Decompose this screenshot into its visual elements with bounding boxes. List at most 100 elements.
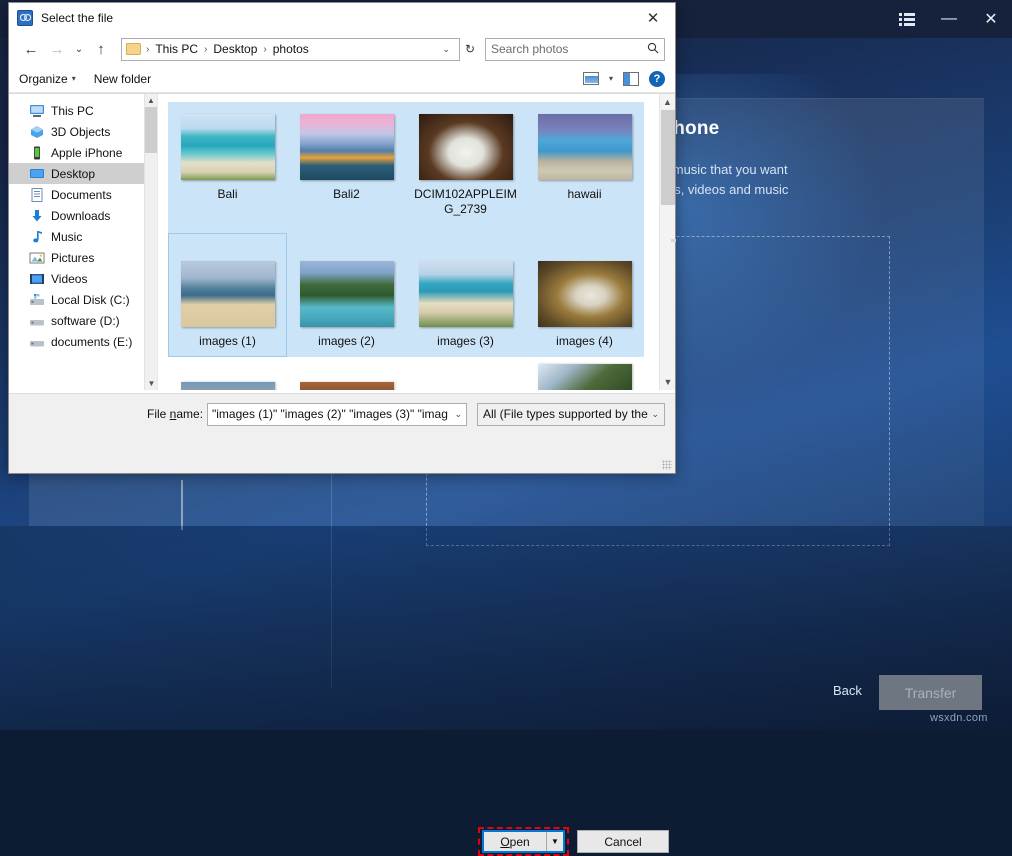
file-label: images (2)	[291, 334, 403, 349]
breadcrumb-this-pc[interactable]: This PC	[154, 42, 199, 56]
chevron-down-icon[interactable]: ▾	[609, 74, 613, 83]
app-close-button[interactable]: ✕	[970, 0, 1012, 38]
filetype-value: All (File types supported by the	[483, 407, 648, 421]
sidebar-item-desktop[interactable]: Desktop	[9, 163, 157, 184]
file-thumbnail	[538, 261, 632, 327]
recent-locations-icon[interactable]: ⌄	[71, 37, 87, 61]
file-grid: Bali Bali2 DCIM102APPLEIMG_2739	[168, 102, 646, 357]
sidebar-item-label: Music	[51, 230, 82, 244]
chevron-down-icon[interactable]: ⌄	[437, 44, 455, 55]
app-icon	[17, 10, 33, 26]
filename-label-rest: ame:	[176, 407, 203, 421]
file-thumbnail	[538, 364, 632, 390]
organize-label: Organize	[19, 72, 68, 86]
file-list-scroll-thumb[interactable]	[661, 110, 675, 205]
sidebar-item-label: 3D Objects	[51, 125, 110, 139]
sidebar-item-software-d[interactable]: software (D:)	[9, 310, 157, 331]
chevron-down-icon: ▾	[72, 74, 76, 83]
address-bar[interactable]: › This PC › Desktop › photos ⌄	[121, 38, 460, 61]
list-menu-icon[interactable]	[886, 0, 928, 38]
scroll-up-icon[interactable]: ▲	[145, 94, 157, 107]
view-layout-icon[interactable]	[583, 72, 599, 85]
thumbnail-wrap	[537, 239, 633, 327]
breadcrumb-photos[interactable]: photos	[272, 42, 310, 56]
file-item[interactable]: hawaii	[525, 102, 644, 233]
up-level-icon[interactable]: ↑	[89, 37, 113, 61]
thumbnail-wrap	[537, 108, 633, 180]
sidebar-item-videos[interactable]: Videos	[9, 268, 157, 289]
dialog-title: Select the file	[41, 11, 113, 25]
sidebar-item-music[interactable]: Music	[9, 226, 157, 247]
search-icon	[647, 42, 659, 57]
scroll-down-icon[interactable]: ▼	[660, 374, 675, 390]
tree-scroll-thumb[interactable]	[145, 107, 157, 153]
file-item-partial[interactable]	[525, 364, 644, 390]
folder-icon	[126, 43, 141, 55]
sidebar-item-label: Documents	[51, 188, 112, 202]
sidebar-item-pictures[interactable]: Pictures	[9, 247, 157, 268]
open-button-label: Open	[484, 835, 546, 849]
tree-scrollbar[interactable]: ▲ ▼	[144, 94, 157, 390]
dialog-bottom-bar: File name: "images (1)" "images (2)" "im…	[9, 393, 675, 473]
file-label: hawaii	[529, 187, 641, 202]
file-item-partial[interactable]	[287, 364, 406, 390]
dialog-close-button[interactable]: ✕	[631, 3, 675, 33]
back-button[interactable]: Back	[833, 683, 862, 698]
file-item-partial[interactable]	[168, 364, 287, 390]
transfer-button[interactable]: Transfer	[879, 675, 982, 710]
apple-iphone-icon	[29, 146, 45, 160]
file-item[interactable]: DCIM102APPLEIMG_2739	[406, 102, 525, 233]
back-nav-icon[interactable]: ←	[19, 37, 43, 61]
breadcrumb-separator-2: ›	[261, 44, 268, 55]
sidebar-item-documents-e[interactable]: documents (E:)	[9, 331, 157, 352]
new-folder-button[interactable]: New folder	[94, 72, 151, 86]
filetype-select[interactable]: All (File types supported by the ⌄	[477, 403, 665, 426]
sidebar-item-3d-objects[interactable]: 3D Objects	[9, 121, 157, 142]
sidebar-item-label: Pictures	[51, 251, 94, 265]
3d-objects-icon	[29, 125, 45, 139]
open-label-rest: pen	[510, 835, 530, 849]
thumbnail-wrap	[418, 108, 514, 180]
file-list[interactable]: Bali Bali2 DCIM102APPLEIMG_2739	[157, 94, 675, 390]
scroll-down-icon[interactable]: ▼	[145, 377, 157, 390]
file-item[interactable]: images (2)	[287, 233, 406, 357]
sidebar-item-label: Desktop	[51, 167, 95, 181]
search-box[interactable]: Search photos	[485, 38, 665, 61]
help-icon[interactable]: ?	[649, 71, 665, 87]
file-item[interactable]: images (4)	[525, 233, 644, 357]
breadcrumb-desktop[interactable]: Desktop	[212, 42, 258, 56]
resize-grip[interactable]	[662, 460, 672, 470]
thumbnail-wrap	[180, 108, 276, 180]
file-list-scrollbar[interactable]: ▲ ▼	[659, 94, 675, 390]
open-split-caret-icon[interactable]: ▼	[546, 832, 563, 851]
dialog-resize-handle[interactable]	[671, 239, 676, 242]
file-label: images (3)	[410, 334, 522, 349]
organize-button[interactable]: Organize ▾	[19, 72, 76, 86]
file-item[interactable]: Bali2	[287, 102, 406, 233]
sidebar-item-label: Local Disk (C:)	[51, 293, 130, 307]
refresh-icon[interactable]: ↻	[462, 42, 478, 56]
scroll-up-icon[interactable]: ▲	[660, 94, 675, 110]
file-item[interactable]: Bali	[168, 102, 287, 233]
sidebar-item-apple-iphone[interactable]: Apple iPhone	[9, 142, 157, 163]
cancel-button[interactable]: Cancel	[577, 830, 669, 853]
sidebar-item-this-pc[interactable]: This PC	[9, 100, 157, 121]
chevron-down-icon[interactable]: ⌄	[450, 409, 462, 420]
filename-input[interactable]: "images (1)" "images (2)" "images (3)" "…	[207, 403, 467, 426]
sidebar-item-downloads[interactable]: Downloads	[9, 205, 157, 226]
breadcrumb-separator-1: ›	[202, 44, 209, 55]
file-item[interactable]: images (1)	[168, 233, 287, 357]
filename-label: File name:	[147, 407, 203, 421]
file-item-partial[interactable]	[406, 364, 525, 390]
sidebar-item-label: software (D:)	[51, 314, 120, 328]
dialog-content: This PC 3D Objects Apple iPhone Desktop	[9, 93, 675, 390]
search-input[interactable]: Search photos	[491, 42, 647, 56]
sidebar-item-local-disk-c[interactable]: Local Disk (C:)	[9, 289, 157, 310]
file-item[interactable]: images (3)	[406, 233, 525, 357]
chevron-down-icon: ⌄	[651, 409, 659, 420]
sidebar-item-documents[interactable]: Documents	[9, 184, 157, 205]
forward-nav-icon[interactable]: →	[45, 37, 69, 61]
preview-pane-icon[interactable]	[623, 72, 639, 86]
open-button[interactable]: Open ▼	[482, 830, 565, 853]
app-minimize-button[interactable]: —	[928, 0, 970, 38]
